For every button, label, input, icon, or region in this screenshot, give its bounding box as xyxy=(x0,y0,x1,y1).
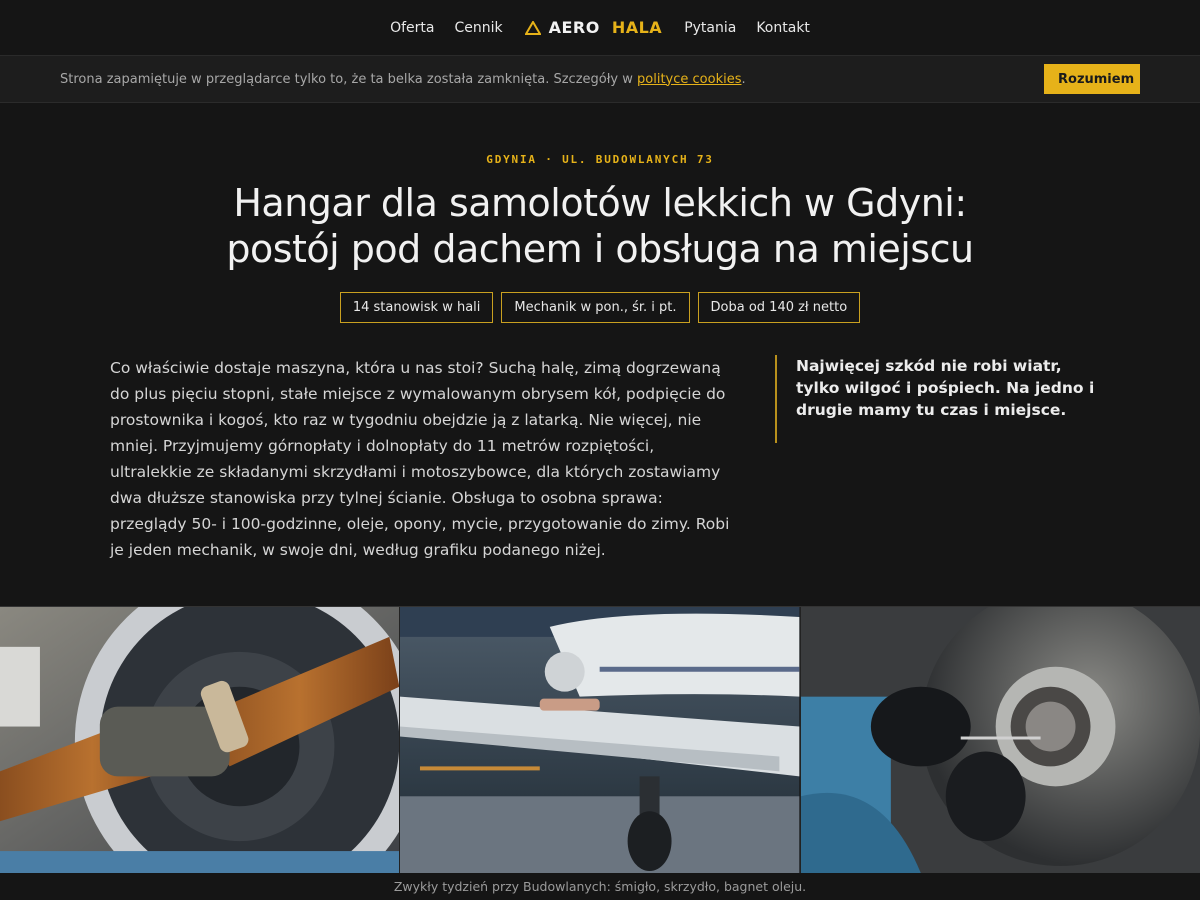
cookie-policy-link[interactable]: polityce cookies xyxy=(637,72,741,87)
page-title: Hangar dla samolotów lekkich w Gdyni: po… xyxy=(0,180,1200,272)
nav-link-oferta[interactable]: Oferta xyxy=(390,20,434,36)
title-line-1: Hangar dla samolotów lekkich w Gdyni: xyxy=(233,181,967,225)
tag-price: Doba od 140 zł netto xyxy=(697,292,861,323)
cookie-message: Strona zapamiętuje w przeglądarce tylko … xyxy=(60,72,746,87)
accept-cookies-button[interactable]: Rozumiem xyxy=(1044,64,1140,94)
triangle-logo-icon xyxy=(524,20,541,35)
title-line-2: postój pod dachem i obsługa na miejscu xyxy=(226,227,974,271)
cookie-bar: Strona zapamiętuje w przeglądarce tylko … xyxy=(0,56,1200,103)
tag-stands: 14 stanowisk w hali xyxy=(339,292,494,323)
pull-quote: Najwięcej szkód nie robi wiatr, tylko wi… xyxy=(775,355,1105,443)
brand-name-aero: AERO xyxy=(548,18,600,37)
gallery-caption: Zwykły tydzień przy Budowlanych: śmigło,… xyxy=(393,879,807,894)
cookie-text-end: . xyxy=(741,71,746,87)
intro-paragraph: Co właściwie dostaje maszyna, która u na… xyxy=(110,359,730,559)
photo-engine xyxy=(800,607,1200,873)
nav-link-kontakt[interactable]: Kontakt xyxy=(756,20,810,36)
brand-logo[interactable]: AERO HALA xyxy=(524,18,663,37)
intro-section: Co właściwie dostaje maszyna, która u na… xyxy=(0,355,1200,563)
cookie-text: Strona zapamiętuje w przeglądarce tylko … xyxy=(60,71,638,87)
top-navigation: Oferta Cennik AERO HALA Pytania Kontakt xyxy=(0,0,1200,56)
nav-link-pytania[interactable]: Pytania xyxy=(684,20,736,36)
wing-image xyxy=(400,607,800,873)
tag-mechanic: Mechanik w pon., śr. i pt. xyxy=(501,292,690,323)
photo-gallery xyxy=(0,606,1200,873)
brand-name-hala: HALA xyxy=(611,18,663,37)
hero-section: GDYNIA · UL. BUDOWLANYCH 73 Hangar dla s… xyxy=(0,153,1200,323)
location-eyebrow: GDYNIA · UL. BUDOWLANYCH 73 xyxy=(486,153,714,166)
photo-wing xyxy=(400,607,801,873)
nav-link-cennik[interactable]: Cennik xyxy=(454,20,502,36)
photo-propeller xyxy=(0,607,401,873)
engine-maintenance-image xyxy=(800,607,1200,873)
propeller-image xyxy=(0,607,400,873)
feature-tags: 14 stanowisk w hali Mechanik w pon., śr.… xyxy=(0,292,1200,323)
